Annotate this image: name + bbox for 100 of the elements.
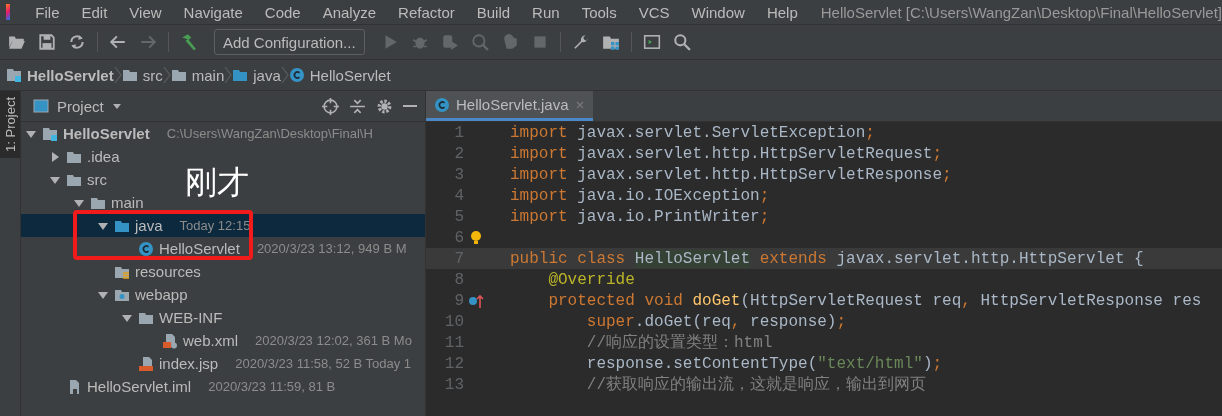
file-info-text: 2020/3/23 11:59, 81 B [208, 379, 336, 394]
project-view-selector[interactable]: Project [57, 97, 104, 115]
line-number: 9 [453, 291, 465, 310]
menu-item[interactable]: Code [253, 3, 312, 21]
minimize-icon [403, 105, 417, 107]
module-folder-icon [42, 125, 58, 142]
editor-tab[interactable]: HelloServlet.java [426, 91, 593, 121]
line-number: 8 [453, 270, 465, 289]
chevron-icon [224, 66, 233, 84]
project-structure-icon [601, 33, 620, 51]
file-info-text: 2020/3/23 12:02, 361 B Mo [255, 333, 412, 348]
app-logo-icon [6, 4, 11, 20]
class-icon [288, 67, 305, 83]
wrench-icon [571, 33, 590, 51]
tree-item[interactable]: resources [135, 263, 201, 280]
menu-item[interactable]: Build [465, 3, 522, 21]
breadcrumb-item[interactable]: src [142, 66, 163, 84]
lightbulb-icon [468, 229, 484, 246]
file-info-text: 2020/3/23 11:58, 52 B Today 1 [235, 356, 412, 371]
project-view-icon [33, 98, 49, 114]
tree-item[interactable]: HelloServlet [63, 125, 150, 142]
code-line: super.doGet(req, response); [585, 312, 847, 331]
line-number: 11 [443, 333, 465, 352]
line-number: 2 [453, 144, 465, 163]
dropdown-caret-icon [111, 101, 122, 111]
code-line: //获取响应的输出流，这就是响应，输出到网页 [585, 374, 926, 395]
line-number: 3 [453, 165, 465, 184]
breadcrumb-item[interactable]: java [253, 66, 281, 84]
code-line: import java.io.IOException; [510, 186, 770, 205]
code-line: import javax.servlet.http.HttpServletResponse; [510, 165, 952, 184]
code-line: @Override [547, 270, 635, 289]
tree-item[interactable]: .idea [87, 148, 120, 165]
line-number: 10 [443, 312, 465, 331]
code-line: protected void doGet(HttpServletRequest req, HttpServletResponse res [547, 291, 1202, 310]
code-line: import javax.servlet.http.HttpServletRequest; [510, 144, 943, 163]
menu-item[interactable]: Analyze [311, 3, 388, 21]
menu-item[interactable]: Navigate [172, 3, 254, 21]
breadcrumb-item[interactable]: main [191, 66, 225, 84]
folder-icon [121, 67, 138, 83]
class-icon [138, 240, 154, 257]
line-number: 5 [453, 207, 465, 226]
open-folder-icon [8, 33, 26, 51]
code-line: public class HelloServlet extends javax.servlet.http.HttpServlet { [510, 249, 1144, 268]
tree-item[interactable]: webapp [135, 286, 188, 303]
jsp-file-icon [138, 355, 154, 372]
line-number: 12 [443, 354, 465, 373]
tree-item[interactable]: HelloServlet.iml [87, 378, 192, 395]
locate-target-icon [322, 97, 339, 115]
add-configuration-button[interactable]: Add Configuration... [214, 29, 365, 55]
module-folder-icon [6, 67, 22, 83]
chevron-icon [280, 66, 289, 84]
sync-icon [68, 33, 86, 51]
forward-arrow-icon [139, 33, 157, 51]
tree-item[interactable]: main [111, 194, 144, 211]
back-arrow-icon [109, 33, 127, 51]
tree-item[interactable]: index.jsp [159, 355, 219, 372]
chevron-icon [162, 66, 171, 84]
terminal-icon [642, 33, 661, 51]
menu-item[interactable]: Window [680, 3, 756, 21]
file-info-text: 2020/3/23 13:12, 949 B M [256, 241, 407, 256]
line-number: 4 [453, 186, 465, 205]
code-line: //响应的设置类型：html [585, 332, 773, 353]
folder-icon [170, 67, 187, 83]
xml-file-icon [162, 332, 178, 349]
tree-item[interactable]: src [87, 171, 107, 188]
breadcrumb-item[interactable]: HelloServlet [309, 66, 391, 84]
profiler-icon [470, 33, 489, 51]
search-icon [672, 33, 691, 51]
tree-item[interactable]: web.xml [183, 332, 238, 349]
menu-item[interactable]: File [24, 3, 71, 21]
menu-item[interactable]: Tools [570, 3, 628, 21]
chevron-icon [113, 66, 122, 84]
save-icon [38, 33, 56, 51]
line-number: 13 [443, 375, 465, 394]
override-method-icon [468, 292, 486, 309]
breadcrumb-item[interactable]: HelloServlet [27, 66, 114, 84]
project-tool-tab[interactable]: 1: Project [0, 91, 20, 158]
menu-item[interactable]: VCS [627, 3, 681, 21]
line-number: 6 [453, 228, 465, 247]
menu-item[interactable]: Run [521, 3, 571, 21]
collapse-all-icon [349, 97, 366, 115]
menu-item[interactable]: View [118, 3, 173, 21]
coverage-run-icon [440, 33, 459, 51]
tree-item[interactable]: java [135, 217, 163, 234]
menu-item[interactable]: Refactor [387, 3, 466, 21]
window-title: HelloServlet [C:\Users\WangZan\Desktop\Final\HelloServlet] [820, 3, 1222, 21]
hammer-icon [180, 33, 198, 51]
tree-item[interactable]: HelloServlet [159, 240, 240, 257]
annotation-text: 刚才 [185, 162, 249, 203]
source-folder-icon [232, 67, 249, 83]
code-line: import javax.servlet.ServletException; [510, 123, 875, 142]
menu-item[interactable]: Help [755, 3, 809, 21]
file-info-text: C:\Users\WangZan\Desktop\Final\H [166, 126, 373, 141]
tree-item[interactable]: WEB-INF [159, 309, 223, 326]
settings-icon [376, 97, 393, 115]
code-line: import java.io.PrintWriter; [510, 207, 770, 226]
close-icon [574, 99, 585, 110]
menu-item[interactable]: Edit [70, 3, 119, 21]
line-number: 1 [453, 123, 465, 142]
class-icon [434, 96, 450, 113]
